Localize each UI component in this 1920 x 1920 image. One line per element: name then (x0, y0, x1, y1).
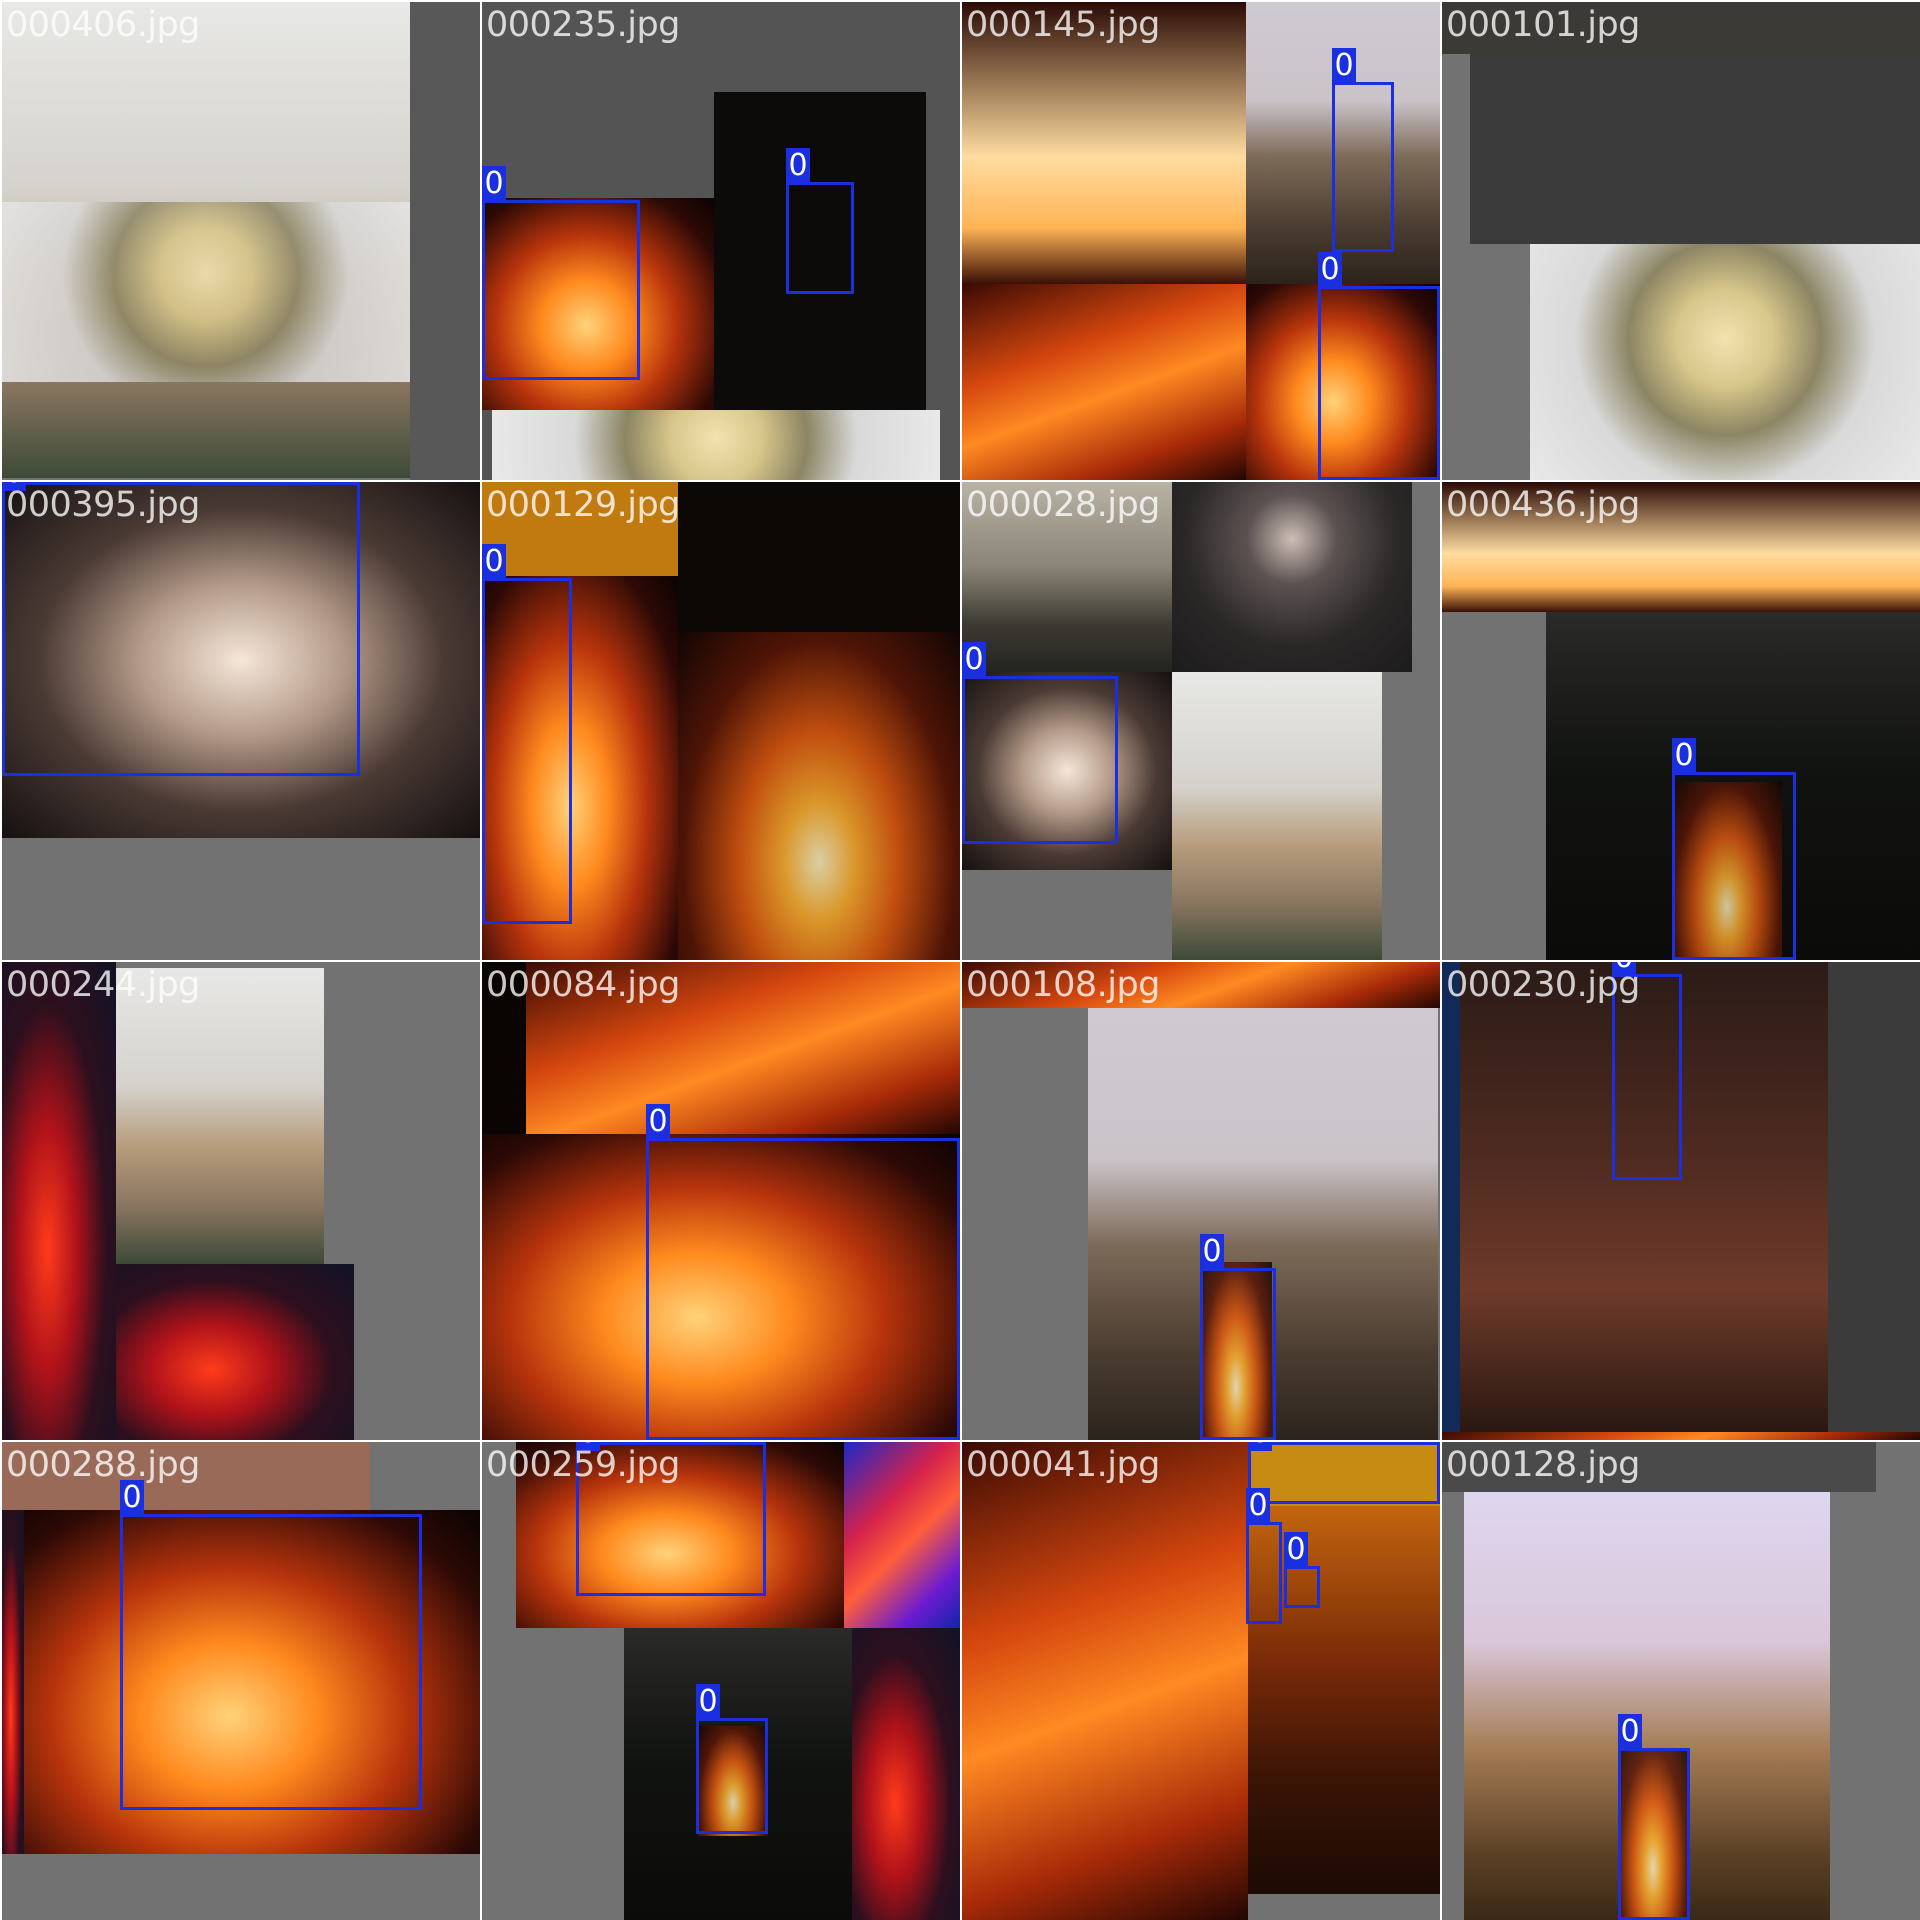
detection-box: 0 (1284, 1532, 1320, 1608)
mosaic-tile: 0 000436.jpg (1442, 482, 1920, 960)
red-fire-photo (116, 1264, 354, 1440)
detection-box: 0 (1672, 738, 1796, 960)
mosaic-tile: 0 000128.jpg (1442, 1442, 1920, 1920)
image-mosaic: 000406.jpg 0 0 000235.jpg 0 0 000145.jpg… (0, 0, 1920, 1920)
detection-box: 0 (646, 1104, 960, 1440)
mosaic-tile: 000244.jpg (2, 962, 480, 1440)
detection-box: 0 (1618, 1714, 1690, 1920)
detection-box: 0 (696, 1684, 768, 1834)
dark-shelf-photo (1470, 54, 1920, 244)
tile-filename: 000244.jpg (6, 965, 200, 1005)
gift-tree-photo (116, 968, 324, 1264)
large-flame-photo (678, 632, 960, 960)
tile-filename: 000145.jpg (966, 5, 1160, 45)
mosaic-tile: 0 000230.jpg (1442, 962, 1920, 1440)
red-fire-photo (2, 1510, 24, 1854)
tile-filename: 000028.jpg (966, 485, 1160, 525)
mosaic-tile: 0 0 000259.jpg (482, 1442, 960, 1920)
night-church-photo (1172, 482, 1412, 672)
mosaic-tile: 0 0 000235.jpg (482, 2, 960, 480)
detection-box: 0 (1332, 48, 1394, 252)
padding-area (410, 2, 480, 480)
tile-filename: 000084.jpg (486, 965, 680, 1005)
tile-filename: 000406.jpg (6, 5, 200, 45)
mosaic-tile: 0 000288.jpg (2, 1442, 480, 1920)
flame-closeup-photo (962, 1442, 1248, 1920)
tile-filename: 000128.jpg (1446, 1445, 1640, 1485)
bokeh-tree-photo (2, 202, 410, 382)
red-fire-photo (2, 962, 116, 1440)
tile-filename: 000108.jpg (966, 965, 1160, 1005)
tile-filename: 000259.jpg (486, 1445, 680, 1485)
mosaic-tile: 0 000028.jpg (962, 482, 1440, 960)
detection-box: 0 (2, 482, 360, 776)
mosaic-tile: 000406.jpg (2, 2, 480, 480)
detection-box: 0 (962, 642, 1118, 844)
detection-box: 0 (120, 1480, 422, 1810)
detection-box: 0 (482, 544, 572, 924)
mosaic-tile: 0 0 000145.jpg (962, 2, 1440, 480)
mosaic-tile: 0 000129.jpg (482, 482, 960, 960)
blue-edge-photo (1442, 962, 1460, 1440)
tile-filename: 000041.jpg (966, 1445, 1160, 1485)
tile-filename: 000101.jpg (1446, 5, 1640, 45)
gift-tree-photo (1172, 672, 1382, 960)
mosaic-tile: 0 000108.jpg (962, 962, 1440, 1440)
padding-area (1828, 962, 1920, 1432)
detection-box: 0 (786, 148, 854, 294)
detection-box: 0 (482, 166, 640, 380)
bokeh-tree-photo (1530, 244, 1920, 480)
red-fire-photo (852, 1628, 960, 1920)
detection-box: 0 (1246, 1488, 1282, 1624)
detection-box: 0 (1200, 1234, 1276, 1440)
colorful-flame-photo (844, 1442, 960, 1628)
tile-filename: 000129.jpg (486, 485, 680, 525)
tile-filename: 000436.jpg (1446, 485, 1640, 525)
bokeh-strip (492, 410, 940, 480)
tile-filename: 000230.jpg (1446, 965, 1640, 1005)
tile-filename: 000288.jpg (6, 1445, 200, 1485)
mosaic-tile: 0 000084.jpg (482, 962, 960, 1440)
mosaic-tile: 000101.jpg (1442, 2, 1920, 480)
mosaic-tile: 0 000395.jpg (2, 482, 480, 960)
burning-branches-photo (962, 284, 1246, 480)
detection-box: 0 (1248, 1442, 1440, 1504)
tile-filename: 000395.jpg (6, 485, 200, 525)
tile-filename: 000235.jpg (486, 5, 680, 45)
detection-box: 0 (1318, 252, 1440, 480)
fire-strip-photo (1442, 1432, 1920, 1440)
mosaic-tile: 0 0 0 000041.jpg (962, 1442, 1440, 1920)
